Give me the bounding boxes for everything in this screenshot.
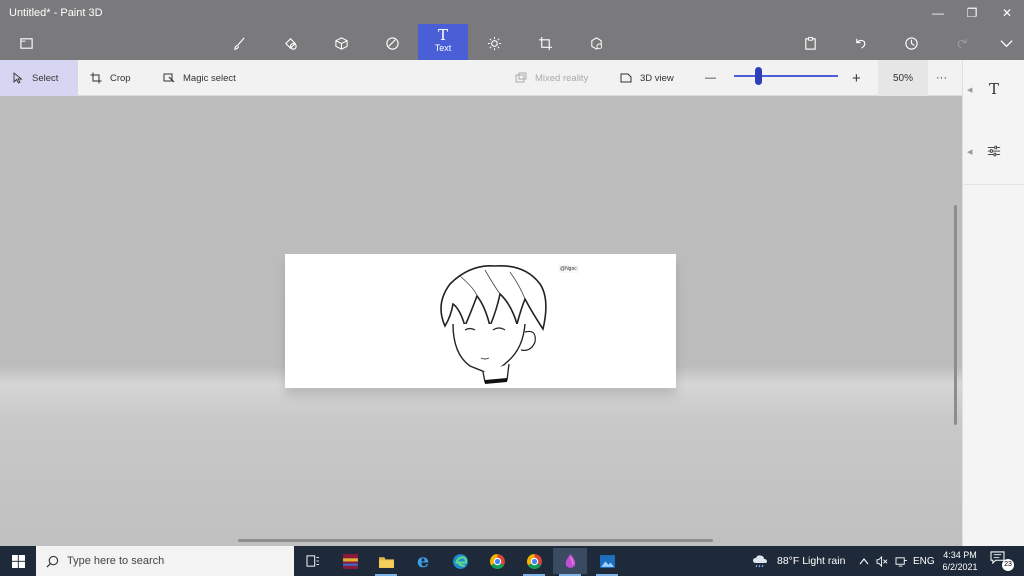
crop-icon — [90, 72, 102, 84]
file-explorer-icon[interactable] — [369, 548, 403, 576]
clock-date: 6/2/2021 — [942, 562, 978, 572]
main-toolbar — [0, 26, 1024, 60]
zoom-value[interactable]: 50% — [878, 60, 928, 96]
chrome-profile-icon[interactable] — [517, 548, 551, 576]
menu-icon[interactable] — [9, 26, 43, 60]
taskbar-search[interactable]: Type here to search — [36, 546, 294, 576]
cloud-rain-icon — [753, 555, 767, 568]
more-options-button[interactable]: ··· — [936, 60, 947, 96]
chevron-left-icon: ◀ — [967, 149, 973, 156]
right-panel: ◀ T ◀ — [962, 60, 1024, 546]
windows-icon — [11, 554, 25, 568]
text-properties-button[interactable]: ◀ T — [963, 60, 1024, 122]
zoom-slider-thumb[interactable] — [755, 67, 762, 85]
3d-view-label: 3D view — [640, 72, 674, 84]
mixed-reality-button[interactable]: Mixed reality — [515, 60, 588, 96]
chevron-left-icon: ◀ — [967, 87, 973, 94]
volume-button[interactable] — [876, 546, 889, 576]
magic-select-icon — [163, 73, 175, 83]
notification-count: 23 — [1002, 559, 1014, 571]
2d-shapes-icon[interactable] — [273, 26, 307, 60]
3d-shapes-icon[interactable] — [324, 26, 358, 60]
undo-icon[interactable] — [843, 26, 877, 60]
paint-3d-icon[interactable] — [553, 548, 587, 576]
crop-button[interactable]: Crop — [90, 60, 131, 96]
brushes-icon[interactable] — [222, 26, 256, 60]
chevron-up-icon — [859, 558, 869, 565]
taskbar: Type here to search e 88°F Light rain EN… — [0, 546, 1024, 576]
sub-toolbar: Select Crop Magic select Mixed reality 3… — [0, 60, 962, 96]
drawing-canvas[interactable] — [285, 254, 676, 388]
network-icon — [895, 556, 907, 567]
photos-icon[interactable] — [590, 548, 624, 576]
search-placeholder: Type here to search — [67, 555, 165, 567]
notification-center-button[interactable]: 23 — [990, 551, 1014, 571]
paste-icon[interactable] — [793, 26, 827, 60]
expand-icon[interactable] — [989, 26, 1023, 60]
network-button[interactable] — [895, 546, 908, 576]
volume-muted-icon — [876, 555, 888, 567]
anime-head-drawing — [440, 265, 547, 384]
task-view-icon[interactable] — [296, 548, 330, 574]
panel-divider — [963, 184, 1024, 185]
canvas-icon[interactable] — [528, 26, 562, 60]
pointer-icon — [13, 72, 23, 84]
effects-icon[interactable] — [477, 26, 511, 60]
3d-view-icon — [620, 73, 632, 83]
zoom-slider-track[interactable] — [734, 75, 838, 77]
mixed-reality-label: Mixed reality — [535, 72, 589, 84]
winrar-icon[interactable] — [333, 548, 367, 574]
language-indicator[interactable]: ENG — [913, 546, 935, 576]
select-label: Select — [32, 72, 59, 84]
minimize-button[interactable]: — — [921, 0, 955, 26]
select-button[interactable]: Select — [0, 60, 78, 96]
weather-widget[interactable]: 88°F Light rain — [752, 546, 845, 576]
magic-select-button[interactable]: Magic select — [163, 60, 236, 96]
internet-explorer-icon[interactable]: e — [406, 548, 440, 574]
zoom-out-button[interactable]: — — [705, 60, 716, 96]
close-button[interactable]: ✕ — [990, 0, 1024, 26]
clock[interactable]: 4:34 PM 6/2/2021 — [938, 549, 982, 573]
maximize-button[interactable]: ❐ — [955, 0, 989, 26]
text-settings-button[interactable]: ◀ — [963, 122, 1024, 184]
show-hidden-icons-button[interactable] — [859, 546, 869, 576]
watermark-text[interactable]: @Ngoc — [558, 265, 579, 273]
text-type-icon: T — [988, 80, 999, 98]
magic-select-label: Magic select — [183, 72, 236, 84]
zoom-in-button[interactable]: + — [852, 60, 861, 96]
redo-icon[interactable] — [945, 26, 979, 60]
crop-label: Crop — [110, 72, 131, 84]
edge-icon[interactable] — [443, 548, 477, 574]
3d-view-button[interactable]: 3D view — [620, 60, 674, 96]
stickers-icon[interactable] — [375, 26, 409, 60]
search-icon — [46, 555, 59, 567]
3d-library-icon[interactable] — [579, 26, 613, 60]
history-icon[interactable] — [894, 26, 928, 60]
clock-time: 4:34 PM — [943, 550, 977, 560]
vertical-scrollbar[interactable] — [954, 205, 957, 425]
weather-text: 88°F Light rain — [777, 555, 846, 567]
text-icon: T — [437, 26, 448, 44]
start-button[interactable] — [0, 546, 36, 576]
horizontal-scrollbar[interactable] — [238, 539, 713, 542]
title-bar: Untitled* - Paint 3D — ❐ ✕ — [0, 0, 1024, 26]
text-tool-button[interactable]: T Text — [418, 24, 468, 60]
sliders-icon — [985, 142, 1003, 160]
window-title: Untitled* - Paint 3D — [9, 7, 103, 19]
chrome-icon[interactable] — [480, 548, 514, 574]
text-tool-label: Text — [434, 43, 452, 53]
mixed-reality-icon — [515, 72, 527, 83]
